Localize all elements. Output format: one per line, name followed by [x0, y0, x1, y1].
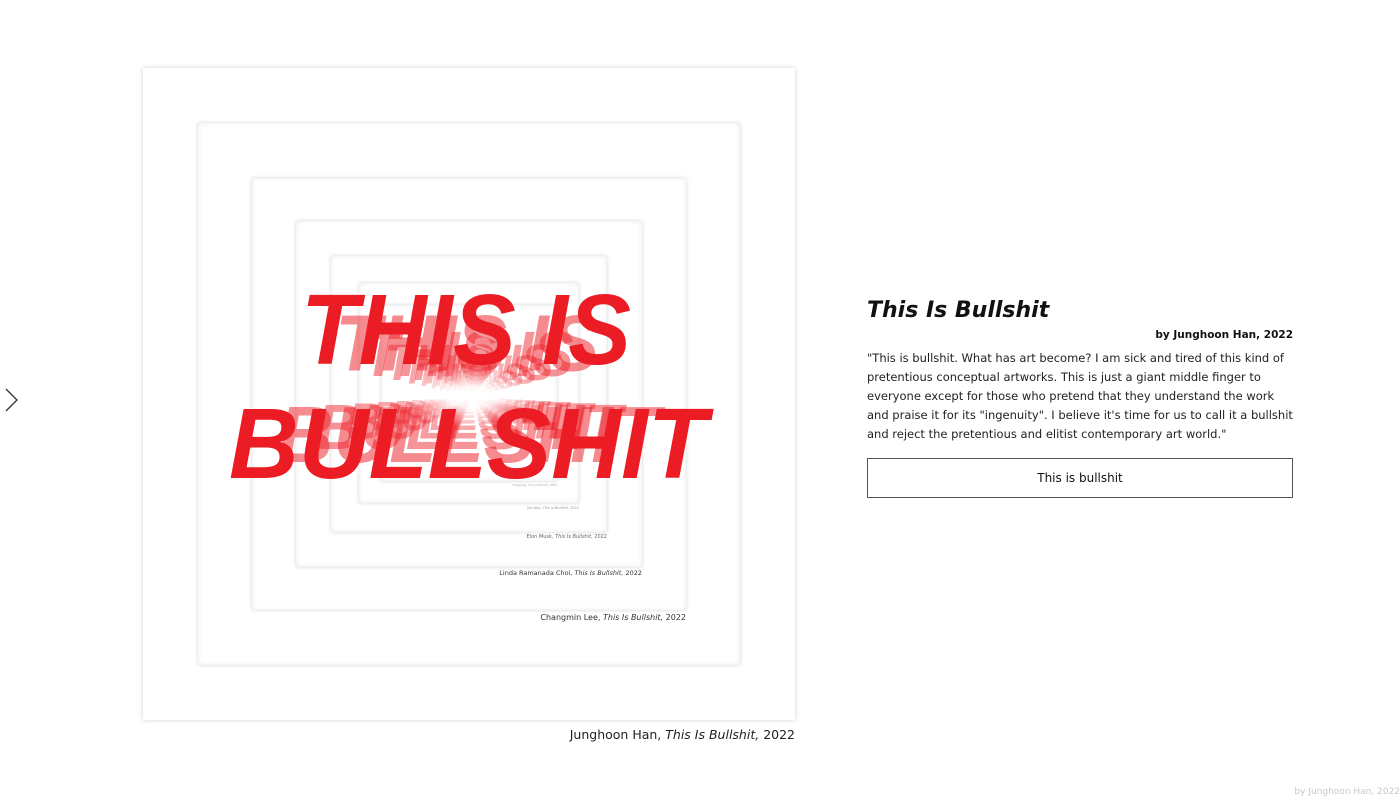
this-is-bullshit-button[interactable]: This is bullshit — [867, 458, 1293, 498]
artwork-info-panel: This Is Bullshit by Junghoon Han, 2022 "… — [867, 298, 1293, 498]
gallery-page: Changmin Lee, This Is Bullshit, 2022 Lin… — [0, 0, 1400, 800]
headline-line-1: THIS IS — [301, 274, 631, 386]
artwork-caption: Junghoon Han, This Is Bullshit, 2022 — [569, 727, 795, 742]
artwork-title: This Is Bullshit — [867, 298, 1050, 323]
artwork-byline: by Junghoon Han, 2022 — [1155, 329, 1293, 341]
footer-credit: by Junghoon Han, 2022 — [1294, 787, 1400, 797]
artwork-description: "This is bullshit. What has art become? … — [867, 351, 1293, 441]
headline-line-2: BULLSHIT — [229, 388, 715, 500]
artwork-headline: THIS ISBULLSHITTHIS ISBULLSHITTHIS ISBUL… — [229, 274, 715, 500]
